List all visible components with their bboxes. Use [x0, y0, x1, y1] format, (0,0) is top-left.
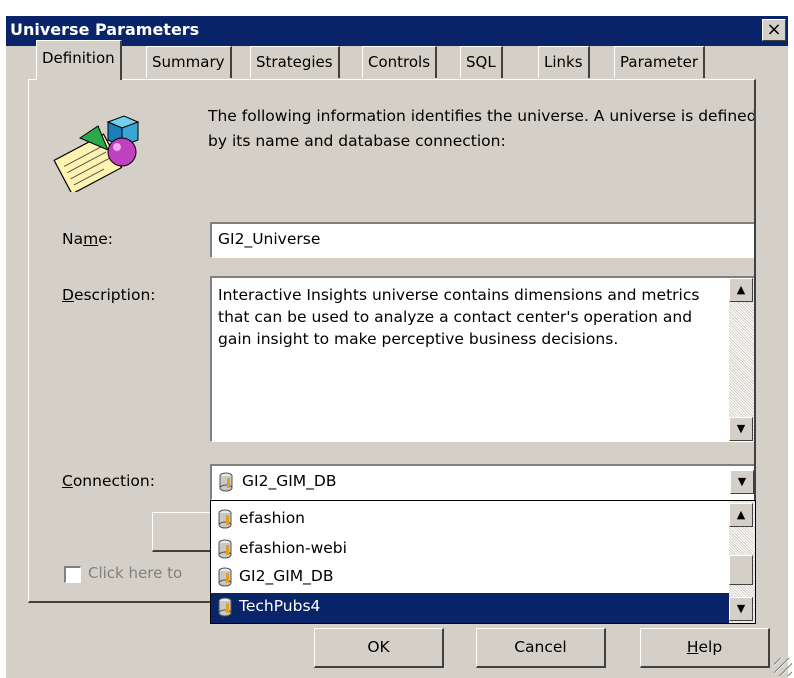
connection-dropdown-list: efashion efashion-webi GI2_GIM_DB TechPu… [210, 500, 756, 624]
option-label: TechPubs4 [239, 597, 321, 615]
window-title: Universe Parameters [10, 20, 200, 39]
connection-option-techpubs4[interactable]: TechPubs4 [211, 593, 729, 623]
title-bar: Universe Parameters × [6, 16, 788, 46]
tab-strategies[interactable]: Strategies [250, 46, 340, 78]
dropdown-scroll-down-button[interactable]: ▼ [729, 597, 753, 621]
resize-grip-icon[interactable] [774, 658, 792, 676]
connection-option-efashion-webi[interactable]: efashion-webi [211, 535, 729, 565]
help-button[interactable]: Help [640, 628, 770, 668]
tab-sql[interactable]: SQL [460, 46, 503, 78]
connection-option-efashion[interactable]: efashion [211, 505, 729, 535]
close-button[interactable]: × [762, 19, 786, 41]
tab-controls[interactable]: Controls [362, 46, 438, 78]
ok-button[interactable]: OK [314, 628, 444, 668]
dropdown-scrollbar[interactable]: ▲ ▼ [729, 501, 755, 623]
dropdown-scroll-up-button[interactable]: ▲ [729, 503, 753, 527]
dropdown-scroll-thumb[interactable] [729, 555, 753, 585]
tab-definition[interactable]: Definition [36, 40, 122, 80]
option-label: efashion-webi [239, 539, 347, 557]
option-label: GI2_GIM_DB [239, 567, 334, 585]
database-icon [218, 567, 232, 587]
database-icon [218, 539, 232, 559]
database-icon [218, 597, 232, 617]
tab-links[interactable]: Links [538, 46, 590, 78]
option-label: efashion [239, 509, 306, 527]
tab-parameter[interactable]: Parameter [614, 46, 706, 78]
universe-shapes-icon [53, 115, 140, 192]
database-icon [218, 509, 232, 529]
cancel-button[interactable]: Cancel [476, 628, 606, 668]
connection-option-gi2-gim-db[interactable]: GI2_GIM_DB [211, 563, 729, 593]
tab-summary[interactable]: Summary [146, 46, 232, 78]
